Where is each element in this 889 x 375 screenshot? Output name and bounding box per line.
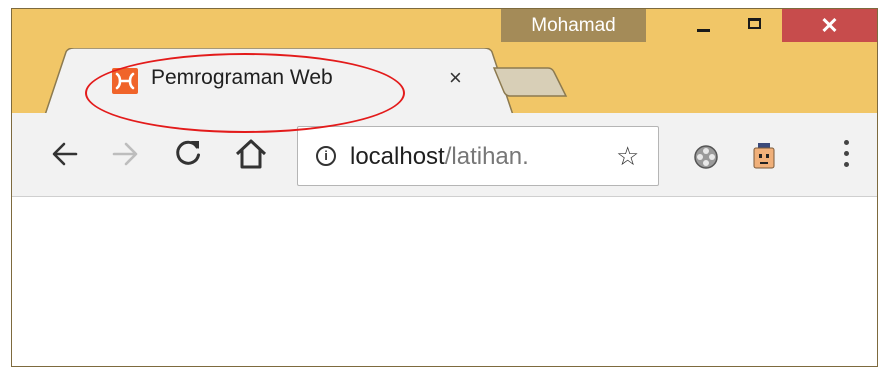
new-tab-icon xyxy=(492,67,568,97)
url-host: localhost xyxy=(350,143,445,170)
close-icon: ✕ xyxy=(820,13,839,38)
browser-window: Mohamad ✕ Pemrograman Web × i localhost/… xyxy=(11,8,878,367)
minimize-icon xyxy=(697,29,710,32)
address-bar[interactable]: i localhost/latihan. ☆ xyxy=(297,126,659,186)
url-text[interactable]: localhost/latihan. xyxy=(350,143,529,171)
tab-title: Pemrograman Web xyxy=(151,66,333,89)
info-icon[interactable]: i xyxy=(316,146,336,166)
minimize-button[interactable] xyxy=(678,9,728,42)
bookmark-star-icon[interactable]: ☆ xyxy=(616,141,639,172)
close-window-button[interactable]: ✕ xyxy=(782,9,877,42)
browser-toolbar: i localhost/latihan. ☆ xyxy=(12,113,877,197)
profile-button[interactable]: Mohamad xyxy=(501,9,646,42)
tab-pemrograman-web[interactable]: Pemrograman Web × xyxy=(44,48,514,118)
film-reel-extension-icon[interactable] xyxy=(693,144,719,170)
menu-kebab-icon[interactable] xyxy=(844,140,850,173)
maximize-button[interactable] xyxy=(730,9,780,42)
home-icon[interactable] xyxy=(234,138,268,170)
xampp-icon xyxy=(112,68,138,94)
face-extension-icon[interactable] xyxy=(752,143,776,171)
tab-close-button[interactable]: × xyxy=(449,65,462,91)
reload-icon[interactable] xyxy=(173,138,203,168)
arrow-right-icon[interactable] xyxy=(112,141,138,167)
url-path: /latihan. xyxy=(444,143,529,170)
arrow-left-icon[interactable] xyxy=(52,141,78,167)
page-content xyxy=(12,197,877,366)
maximize-icon xyxy=(748,18,761,29)
new-tab-button[interactable] xyxy=(492,64,572,98)
